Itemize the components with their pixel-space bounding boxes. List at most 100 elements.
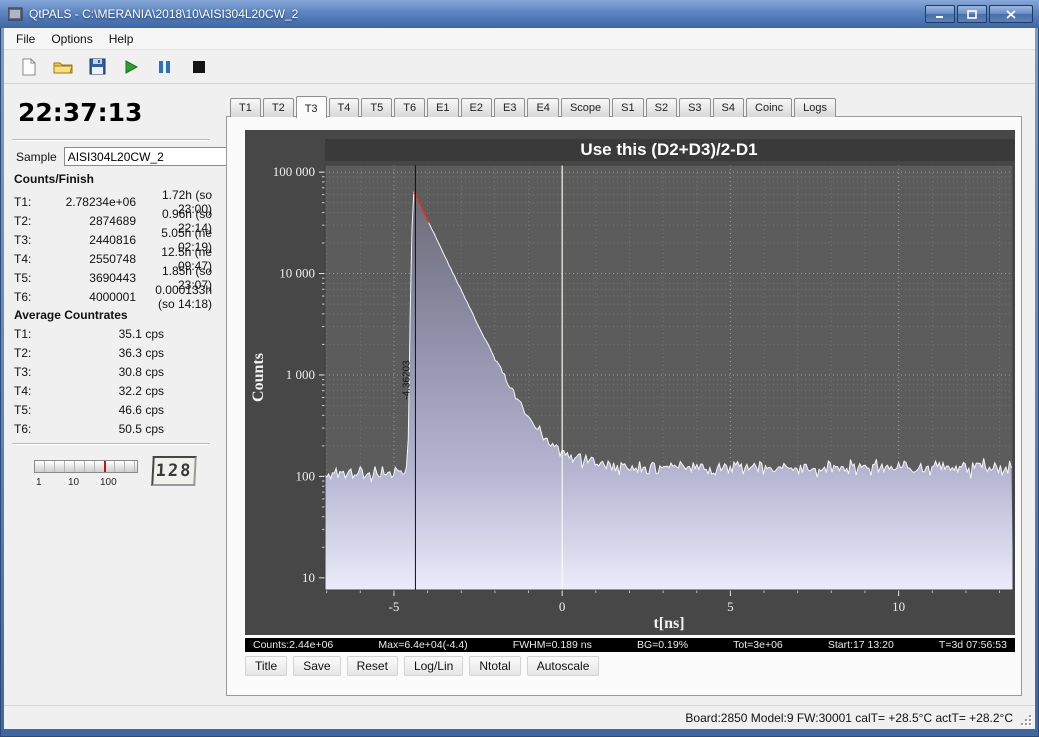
rates-list: T1: 35.1 cps T2: 36.3 cps T3: 30.8 cps T4: 32.2… (14, 324, 164, 438)
rate-row: T3: 30.8 cps (14, 362, 164, 381)
menu-options[interactable]: Options (43, 29, 100, 49)
separator (12, 139, 210, 141)
resize-grip[interactable] (1019, 713, 1032, 726)
svg-text:100 000: 100 000 (273, 164, 315, 179)
rate-row: T1: 35.1 cps (14, 324, 164, 343)
counts-list: T1: 2.78234e+06 1.72h (so 23:00) T2: 2874689… (14, 188, 212, 311)
counter-counts: 4000001 (89, 290, 136, 304)
open-folder-button[interactable] (48, 53, 78, 81)
left-panel: 22:37:13 Sample Counts/Finish T1: 2.78234… (4, 84, 227, 705)
counter-label: T3: (14, 233, 32, 247)
tab-t3[interactable]: T3 (295, 96, 327, 118)
clock-display: 22:37:13 (18, 98, 143, 127)
rate-label: T5: (14, 402, 32, 417)
gauge-ticks (35, 461, 137, 472)
tab-logs[interactable]: Logs (794, 98, 836, 117)
stop-button[interactable] (184, 53, 214, 81)
tab-s4[interactable]: S4 (712, 98, 745, 117)
pause-button[interactable] (150, 53, 180, 81)
chart-status-segment: FWHM=0.189 ns (512, 639, 592, 651)
app-window: QtPALS - C:\MERANIA\2018\10\AISI304L20CW… (0, 0, 1039, 737)
tab-t4[interactable]: T4 (328, 98, 360, 117)
svg-text:10: 10 (892, 599, 905, 614)
svg-text:-4.36203: -4.36203 (401, 360, 412, 400)
counts-row: T4: 2550748 12.5h (ne 09:47) (14, 245, 212, 273)
chart-status-bar: Counts:2.44e+06 Max=6.4e+04(-4.4) FWHM=0.1… (245, 638, 1015, 652)
svg-text:-5: -5 (389, 599, 400, 614)
svg-text:100: 100 (296, 468, 316, 483)
counts-finish-heading: Counts/Finish (14, 172, 94, 186)
tab-e1[interactable]: E1 (427, 98, 459, 117)
counter-finish: 0.000133h (so 14:18) (155, 283, 212, 311)
menu-file[interactable]: File (8, 29, 43, 49)
tab-t5[interactable]: T5 (361, 98, 393, 117)
svg-text:0: 0 (559, 599, 566, 614)
sample-label: Sample (16, 149, 57, 164)
tab-s3[interactable]: S3 (679, 98, 711, 117)
counter-label: T5: (14, 271, 32, 285)
tab-s2[interactable]: S2 (645, 98, 678, 117)
tab-coinc[interactable]: Coinc (746, 98, 793, 117)
chart-button-save[interactable]: Save (293, 656, 341, 676)
counts-row: T2: 2874689 0.96h (so 22:14) (14, 207, 212, 235)
board-status-text: Board:2850 Model:9 FW:30001 calT= +28.5°… (685, 710, 1013, 725)
counter-counts: 3690443 (89, 271, 136, 285)
svg-text:Use this (D2+D3)/2-D1: Use this (D2+D3)/2-D1 (580, 140, 757, 159)
counts-row: T3: 2440816 5.05h (ne 02:19) (14, 226, 212, 254)
save-button[interactable] (82, 53, 112, 81)
svg-text:t[ns]: t[ns] (653, 615, 684, 632)
counter-label: T4: (14, 252, 32, 266)
chart-status-segment: Counts:2.44e+06 (253, 639, 334, 651)
minimize-button[interactable] (925, 5, 955, 23)
chart-status-segment: Start:17 13:20 (827, 639, 894, 651)
chart-button-autoscale[interactable]: Autoscale (526, 656, 600, 676)
spectrum-chart[interactable]: Use this (D2+D3)/2-D1 -4.36203 10 100 1 000 1… (245, 130, 1015, 635)
chart-button-reset[interactable]: Reset (346, 656, 398, 676)
counts-row: T6: 4000001 0.000133h (so 14:18) (14, 283, 212, 311)
rate-row: T5: 46.6 cps (14, 400, 164, 419)
chart-status-segment: T=3d 07:56:53 (938, 639, 1007, 651)
maximize-button[interactable] (957, 5, 987, 23)
gauge-scale-label: 1 (36, 477, 42, 488)
tab-bar: T1 T2 T3 T4 T5 T6 E1 E2 E3 E4 Scope S1 S2 S3 S4 Coinc Lo… (226, 96, 1022, 118)
client-area: File Options Help 22:37:13 Sample AISI30… (4, 28, 1035, 729)
menu-help[interactable]: Help (101, 29, 142, 49)
svg-text:1 000: 1 000 (286, 367, 315, 382)
close-button[interactable] (989, 5, 1033, 23)
sample-input[interactable] (63, 147, 227, 166)
rate-value: 30.8 cps (118, 364, 164, 379)
rate-label: T4: (14, 383, 32, 398)
tab-zone: T1 T2 T3 T4 T5 T6 E1 E2 E3 E4 Scope S1 S2 S3 S4 Coinc Lo… (226, 96, 1022, 696)
chart-button-title[interactable]: Title (245, 656, 288, 676)
counter-label: T1: (14, 195, 32, 209)
chart-button-loglin[interactable]: Log/Lin (403, 656, 464, 676)
tab-s1[interactable]: S1 (612, 98, 644, 117)
tab-scope[interactable]: Scope (560, 98, 611, 117)
rate-label: T1: (14, 326, 32, 341)
counter-label: T2: (14, 214, 32, 228)
gauge-needle (104, 461, 107, 472)
rate-label: T3: (14, 364, 32, 379)
counter-counts: 2.78234e+06 (65, 195, 136, 209)
counter-label: T6: (14, 290, 32, 304)
tab-t6[interactable]: T6 (394, 98, 426, 117)
tab-t1[interactable]: T1 (230, 98, 261, 117)
rate-row: T4: 32.2 cps (14, 381, 164, 400)
start-button[interactable] (116, 53, 146, 81)
counts-row: T1: 2.78234e+06 1.72h (so 23:00) (14, 188, 212, 216)
chart-status-segment: Max=6.4e+04(-4.4) (378, 639, 468, 651)
chart-status-segment: BG=0.19% (636, 639, 689, 651)
counts-row: T5: 3690443 1.85h (so 23:07) (14, 264, 212, 292)
tab-t2[interactable]: T2 (262, 98, 294, 117)
rate-value: 50.5 cps (118, 421, 164, 436)
tab-e3[interactable]: E3 (494, 98, 526, 117)
chart-button-bar: Title Save Reset Log/Lin Ntotal Autoscale (245, 656, 1015, 676)
new-file-button[interactable] (14, 53, 44, 81)
tab-e4[interactable]: E4 (527, 98, 559, 117)
app-icon (6, 6, 24, 22)
rate-row: T2: 36.3 cps (14, 343, 164, 362)
chart-button-ntotal[interactable]: Ntotal (469, 656, 521, 676)
tab-e2[interactable]: E2 (460, 98, 492, 117)
title-bar[interactable]: QtPALS - C:\MERANIA\2018\10\AISI304L20CW… (0, 0, 1039, 28)
svg-text:Counts: Counts (250, 353, 267, 402)
